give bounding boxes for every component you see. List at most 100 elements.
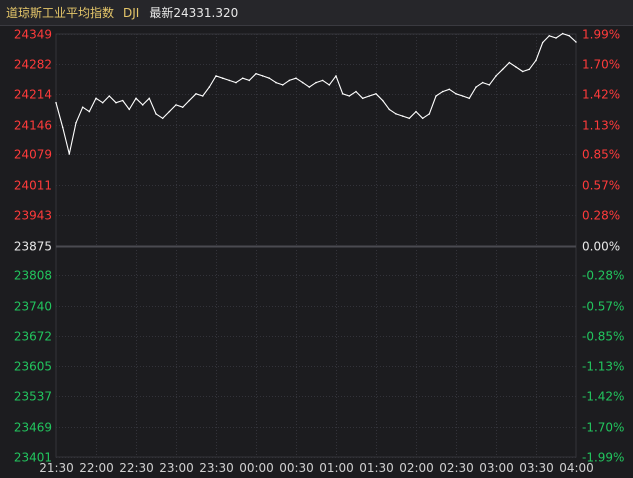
price-point bbox=[101, 101, 104, 104]
pct-tick-label: -1.70% bbox=[582, 421, 624, 435]
price-point bbox=[355, 90, 357, 93]
x-tick-label: 23:00 bbox=[159, 461, 194, 475]
price-point bbox=[335, 75, 337, 77]
pct-tick-label: 1.99% bbox=[582, 28, 620, 42]
price-point bbox=[561, 32, 564, 35]
price-point bbox=[321, 79, 324, 82]
price-point bbox=[395, 113, 397, 115]
x-tick-label: 23:30 bbox=[199, 461, 234, 475]
price-point bbox=[568, 35, 571, 37]
price-point bbox=[255, 72, 257, 75]
y-tick-label: 23469 bbox=[14, 421, 52, 435]
price-point bbox=[61, 126, 64, 129]
price-point bbox=[388, 108, 391, 111]
price-point bbox=[541, 41, 544, 44]
price-point bbox=[175, 104, 177, 106]
pct-tick-label: 0.00% bbox=[582, 240, 620, 254]
price-point bbox=[401, 115, 404, 117]
x-tick-label: 00:00 bbox=[239, 461, 274, 475]
price-point bbox=[455, 93, 457, 95]
price-point bbox=[548, 35, 551, 37]
x-tick-label: 22:00 bbox=[79, 461, 114, 475]
price-point bbox=[161, 117, 164, 120]
price-point bbox=[95, 97, 97, 100]
x-tick-label: 03:00 bbox=[479, 461, 514, 475]
y-tick-label: 24146 bbox=[14, 119, 52, 133]
pct-tick-label: 0.57% bbox=[582, 179, 620, 193]
price-point bbox=[115, 101, 117, 104]
x-tick-label: 01:00 bbox=[319, 461, 354, 475]
price-point bbox=[108, 95, 111, 97]
price-point bbox=[228, 79, 231, 82]
price-point bbox=[75, 122, 77, 124]
price-point bbox=[348, 95, 351, 97]
price-point bbox=[168, 110, 171, 113]
y-tick-label: 24214 bbox=[14, 88, 52, 102]
y-tick-label: 24079 bbox=[14, 148, 52, 162]
price-point bbox=[215, 75, 217, 77]
y-tick-label: 24282 bbox=[14, 58, 52, 72]
price-point bbox=[55, 101, 57, 104]
price-point bbox=[301, 81, 304, 84]
price-point bbox=[361, 97, 364, 100]
price-point bbox=[241, 77, 244, 79]
price-point bbox=[68, 153, 71, 155]
price-point bbox=[488, 84, 491, 86]
price-point bbox=[515, 66, 517, 68]
price-point bbox=[368, 95, 371, 97]
price-point bbox=[495, 75, 497, 77]
price-point bbox=[268, 77, 271, 79]
price-point bbox=[308, 86, 311, 88]
y-tick-label: 23605 bbox=[14, 360, 52, 374]
price-point bbox=[201, 95, 204, 97]
price-point bbox=[295, 77, 297, 79]
price-point bbox=[148, 97, 151, 100]
price-point bbox=[501, 68, 504, 71]
price-point bbox=[281, 84, 284, 86]
price-point bbox=[461, 95, 464, 97]
price-point bbox=[328, 84, 331, 86]
pct-tick-label: 1.42% bbox=[582, 88, 620, 102]
price-point bbox=[448, 88, 451, 91]
price-point bbox=[521, 70, 524, 73]
price-point bbox=[81, 106, 84, 108]
pct-tick-label: -1.13% bbox=[582, 360, 624, 374]
price-point bbox=[221, 77, 224, 79]
price-point bbox=[381, 99, 384, 102]
price-point bbox=[88, 110, 91, 113]
intraday-chart[interactable]: 24349 1.99% 24282 1.70% 24214 1.42% 24146 1.13%… bbox=[0, 0, 633, 478]
y-tick-label: 23672 bbox=[14, 330, 52, 344]
price-point bbox=[468, 97, 471, 100]
price-point bbox=[141, 104, 144, 106]
price-point bbox=[375, 93, 377, 95]
price-point bbox=[275, 81, 277, 84]
price-point bbox=[428, 113, 431, 115]
price-point bbox=[441, 90, 444, 93]
y-tick-label: 24349 bbox=[14, 28, 52, 42]
y-tick-label: 23808 bbox=[14, 269, 52, 283]
price-point bbox=[435, 95, 437, 97]
price-point bbox=[481, 81, 484, 84]
x-tick-label: 00:30 bbox=[279, 461, 314, 475]
pct-tick-label: 1.13% bbox=[582, 119, 620, 133]
price-point bbox=[555, 37, 557, 39]
price-point bbox=[248, 79, 251, 82]
price-point bbox=[315, 81, 317, 84]
pct-tick-label: -0.28% bbox=[582, 269, 624, 283]
price-point bbox=[155, 113, 157, 115]
price-point bbox=[128, 108, 131, 111]
price-point bbox=[235, 81, 237, 84]
y-tick-label: 23875 bbox=[14, 240, 52, 254]
chart-window: 道琼斯工业平均指数 DJI 最新 24331.320 24349 1.99% 242… bbox=[0, 0, 633, 478]
price-point bbox=[528, 68, 531, 71]
x-tick-label: 03:30 bbox=[519, 461, 554, 475]
y-tick-label: 23943 bbox=[14, 209, 52, 223]
price-point bbox=[195, 93, 197, 95]
x-tick-label: 01:30 bbox=[359, 461, 394, 475]
pct-tick-label: -0.57% bbox=[582, 300, 624, 314]
price-point bbox=[288, 79, 291, 82]
x-tick-label: 04:00 bbox=[559, 461, 594, 475]
price-point bbox=[188, 99, 191, 102]
price-point bbox=[135, 97, 137, 100]
price-point bbox=[475, 86, 477, 88]
